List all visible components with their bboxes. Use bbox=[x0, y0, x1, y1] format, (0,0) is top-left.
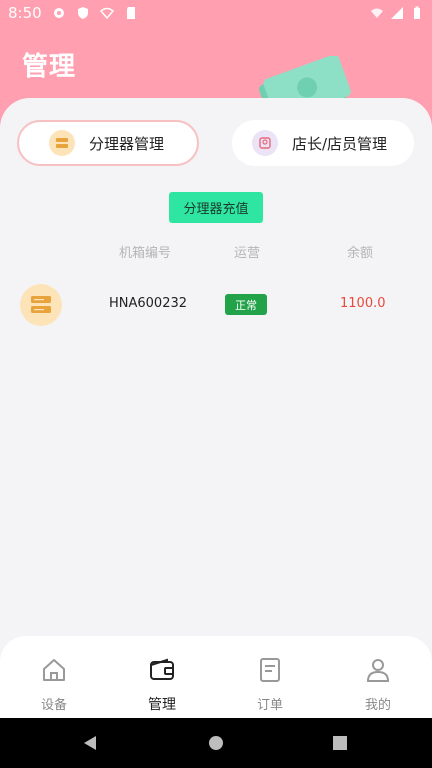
nav-label: 设备 bbox=[40, 698, 67, 713]
balance-value: 1100.0 bbox=[340, 296, 386, 311]
status-badge: 正常 bbox=[225, 294, 267, 315]
shield-icon bbox=[77, 7, 88, 19]
settings-icon bbox=[53, 8, 64, 18]
home-icon bbox=[43, 659, 65, 681]
page-title: 管理 bbox=[22, 52, 77, 82]
server-icon bbox=[49, 130, 75, 156]
system-nav-bar bbox=[0, 718, 432, 768]
status-time: 8:50 bbox=[8, 4, 42, 22]
nav-item-management[interactable]: 管理 bbox=[108, 636, 216, 718]
nav-label: 管理 bbox=[148, 697, 176, 713]
bottom-nav: 设备 管理 订单 我的 bbox=[0, 636, 432, 718]
sd-card-icon bbox=[126, 7, 135, 19]
wifi-icon bbox=[371, 8, 383, 18]
wifi-off-icon bbox=[99, 7, 114, 20]
nav-label: 订单 bbox=[256, 698, 283, 713]
staff-icon bbox=[252, 130, 278, 156]
box-code: HNA600232 bbox=[109, 296, 188, 311]
table-row[interactable]: HNA600232 正常 1100.0 bbox=[0, 282, 432, 328]
tab-splitter-management[interactable]: 分理器管理 bbox=[17, 120, 199, 166]
nav-item-profile[interactable]: 我的 bbox=[324, 636, 432, 718]
main-content: 分理器管理 店长/店员管理 分理器充值 机箱编号 运营 余额 HNA600232… bbox=[0, 98, 432, 638]
column-header-operation: 运营 bbox=[234, 246, 261, 261]
recents-icon[interactable] bbox=[332, 735, 348, 751]
column-header-box-code: 机箱编号 bbox=[119, 246, 172, 261]
signal-icon bbox=[391, 7, 403, 19]
back-icon[interactable] bbox=[82, 735, 98, 751]
wallet-icon bbox=[150, 658, 174, 680]
tab-staff-management[interactable]: 店长/店员管理 bbox=[232, 120, 414, 166]
tab-label: 店长/店员管理 bbox=[292, 134, 388, 153]
home-button-icon[interactable] bbox=[208, 735, 224, 751]
status-bar: 8:50 bbox=[0, 0, 432, 26]
column-header-balance: 余额 bbox=[347, 246, 374, 261]
server-icon bbox=[20, 284, 62, 326]
nav-label: 我的 bbox=[364, 698, 391, 713]
document-icon bbox=[260, 658, 280, 682]
user-icon bbox=[366, 659, 390, 682]
recharge-button[interactable]: 分理器充值 bbox=[169, 192, 263, 223]
battery-icon bbox=[414, 6, 420, 19]
tab-label: 分理器管理 bbox=[89, 134, 165, 153]
nav-item-orders[interactable]: 订单 bbox=[216, 636, 324, 718]
nav-item-devices[interactable]: 设备 bbox=[0, 636, 108, 718]
